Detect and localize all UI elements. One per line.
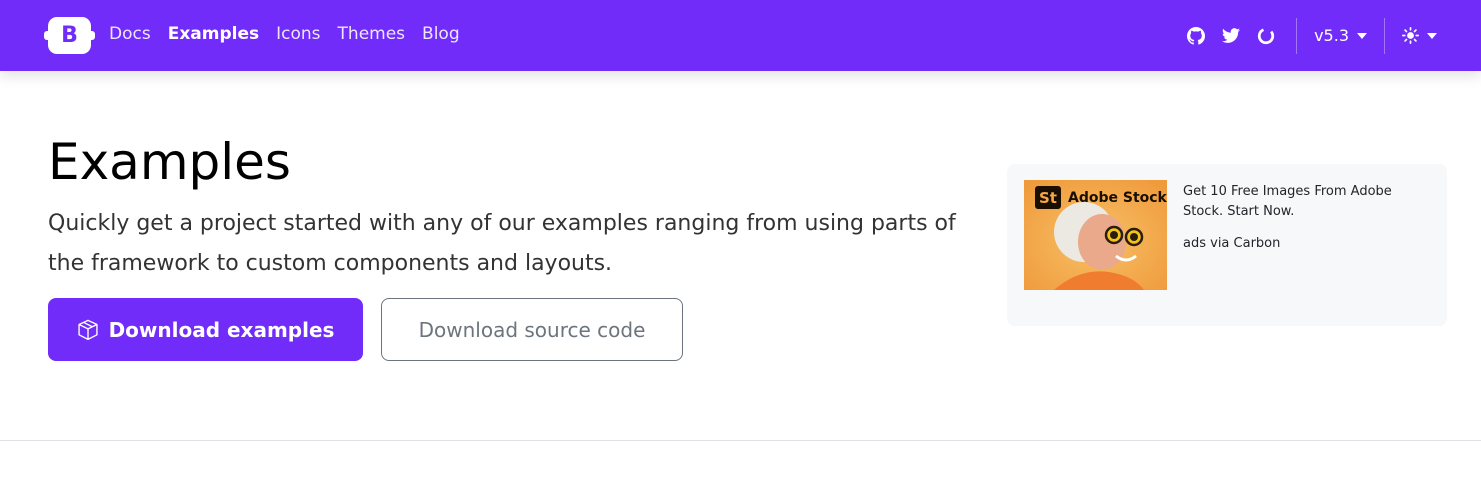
- nav-link-docs[interactable]: Docs: [109, 24, 151, 44]
- nav-link-examples[interactable]: Examples: [168, 24, 259, 44]
- ad-image[interactable]: St Adobe Stock: [1024, 180, 1167, 290]
- section-divider: [0, 440, 1481, 441]
- nav-divider: [1384, 17, 1385, 54]
- brand-letter: B: [61, 22, 78, 48]
- theme-toggle[interactable]: [1402, 27, 1437, 44]
- download-source-label: Download source code: [418, 317, 646, 342]
- ads-via-carbon-link[interactable]: ads via Carbon: [1183, 236, 1280, 251]
- version-dropdown[interactable]: v5.3: [1314, 26, 1367, 45]
- nav-divider: [1296, 17, 1298, 54]
- download-examples-label: Download examples: [108, 317, 335, 342]
- github-icon[interactable]: [1183, 23, 1209, 49]
- sun-icon: [1402, 27, 1419, 44]
- chevron-down-icon: [1357, 32, 1367, 39]
- ad-text-link[interactable]: Get 10 Free Images From Adobe Stock. Sta…: [1183, 182, 1423, 222]
- bootstrap-logo[interactable]: B: [44, 17, 95, 54]
- page-lead: Quickly get a project started with any o…: [48, 211, 956, 276]
- nav-right: v5.3: [1174, 0, 1441, 71]
- nav-link-themes[interactable]: Themes: [338, 24, 406, 44]
- carbon-ad: St Adobe Stock Get 10 Free Images From A…: [1007, 164, 1447, 326]
- twitter-icon[interactable]: [1218, 23, 1244, 49]
- box-icon: [77, 319, 99, 341]
- chevron-down-icon: [1427, 32, 1437, 39]
- nav-links: Docs Examples Icons Themes Blog: [109, 24, 460, 44]
- page-title: Examples: [48, 133, 291, 191]
- download-examples-button[interactable]: Download examples: [48, 298, 363, 361]
- nav-link-icons[interactable]: Icons: [276, 24, 320, 44]
- download-source-button[interactable]: Download source code: [381, 298, 683, 361]
- adobe-stock-badge: St: [1035, 186, 1061, 209]
- adobe-stock-logo: St Adobe Stock: [1035, 186, 1167, 209]
- nav-link-blog[interactable]: Blog: [422, 24, 460, 44]
- top-navbar: B Docs Examples Icons Themes Blog v5.3: [0, 0, 1481, 71]
- adobe-stock-text: Adobe Stock: [1068, 189, 1167, 206]
- opencollective-icon[interactable]: [1253, 23, 1279, 49]
- version-label: v5.3: [1314, 26, 1349, 45]
